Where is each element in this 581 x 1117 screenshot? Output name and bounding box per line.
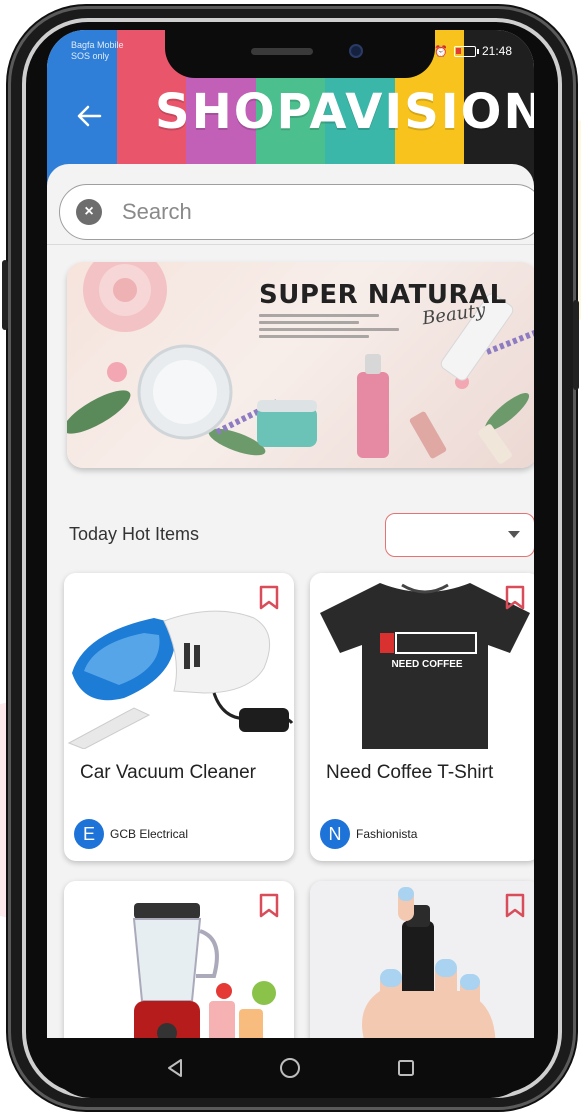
system-nav-bar: [47, 1038, 534, 1098]
search-input[interactable]: [122, 199, 502, 225]
power-button: [573, 300, 579, 390]
status-time: 21:48: [481, 44, 512, 58]
seller[interactable]: N Fashionista: [320, 819, 417, 849]
promo-banner[interactable]: SUPER NATURAL Beauty: [67, 262, 534, 468]
close-circle-icon[interactable]: ×: [76, 199, 102, 225]
product-name: Car Vacuum Cleaner: [80, 762, 257, 783]
main-content: × Search SUPER NATURAL Beauty Today Hot …: [47, 164, 534, 1038]
triangle-back-icon: [167, 1059, 182, 1077]
banner-fine-print: [259, 314, 399, 342]
volume-button: [2, 260, 8, 330]
nav-recents-button[interactable]: [386, 1048, 426, 1088]
section-title: Today Hot Items: [69, 524, 200, 544]
search-bar: ×: [57, 174, 534, 240]
search-field: ×: [59, 184, 534, 240]
carrier-status: SOS only: [71, 51, 110, 61]
circle-home-icon: [280, 1058, 301, 1078]
caret-down-icon: [508, 531, 520, 538]
product-card[interactable]: NEED COFFEE Need Coffee T-Shirt N Fashio…: [310, 573, 534, 861]
seller-avatar: E: [74, 819, 104, 849]
product-card[interactable]: [310, 881, 534, 1038]
bookmark-icon[interactable]: [504, 585, 526, 611]
product-image: [310, 881, 534, 1038]
speaker-grille: [251, 48, 313, 55]
seller-name: GCB Electrical: [110, 827, 189, 841]
seller-name: Fashionista: [356, 827, 418, 841]
product-name: Need Coffee T-Shirt: [326, 762, 494, 783]
arrow-left-icon: [77, 105, 102, 127]
alarm-icon: ⏰: [434, 45, 448, 58]
product-card[interactable]: Car Vacuum Cleaner E GCB Electrical: [64, 573, 294, 861]
app-screen: Bagfa Mobile SOS only ⏰ 21:48 SHOPAVISIO…: [47, 30, 534, 1038]
back-button[interactable]: [71, 98, 107, 134]
camera-notch: [165, 30, 435, 78]
brand-logo: SHOPAVISION: [155, 84, 534, 140]
bookmark-icon[interactable]: [504, 893, 526, 919]
bookmark-icon[interactable]: [258, 893, 280, 919]
filter-dropdown[interactable]: [385, 513, 534, 557]
nav-back-button[interactable]: [155, 1048, 195, 1088]
front-camera: [349, 44, 363, 58]
status-carrier: Bagfa Mobile SOS only: [71, 40, 124, 62]
nav-home-button[interactable]: [270, 1048, 310, 1088]
carrier-text: Bagfa Mobile: [71, 40, 124, 50]
square-recents-icon: [398, 1060, 415, 1076]
divider: [47, 244, 534, 245]
product-card[interactable]: [64, 881, 294, 1038]
seller-avatar: N: [320, 819, 350, 849]
product-image: NEED COFFEE: [310, 573, 534, 749]
battery-icon: [453, 45, 479, 57]
status-right: ⏰ 21:48: [434, 44, 512, 58]
shirt-print-text: NEED COFFEE: [391, 659, 463, 670]
bookmark-icon[interactable]: [258, 585, 280, 611]
nail-polish-image: [362, 887, 496, 1038]
seller[interactable]: E GCB Electrical: [74, 819, 188, 849]
